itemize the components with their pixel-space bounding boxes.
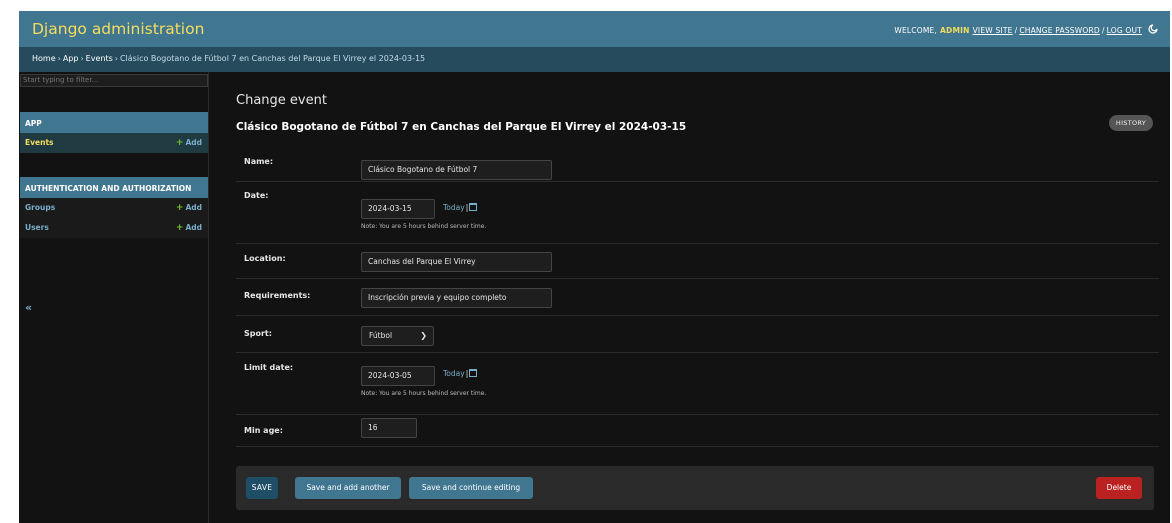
plus-icon: + — [175, 223, 184, 233]
log-out-link[interactable]: LOG OUT — [1107, 26, 1142, 35]
date-label: Date: — [244, 191, 269, 200]
form-row-date: Date: 2024-03-15 Today| Note: You are 5 … — [236, 182, 1159, 244]
history-button[interactable]: HISTORY — [1109, 115, 1153, 131]
min-age-field[interactable]: 16 — [361, 418, 417, 438]
chevron-down-icon: ❯ — [420, 331, 427, 340]
today-link[interactable]: Today — [443, 203, 465, 212]
object-title: Clásico Bogotano de Fútbol 7 en Canchas … — [236, 121, 687, 133]
nav-filter-input[interactable]: Start typing to filter... — [20, 74, 208, 87]
change-password-link[interactable]: CHANGE PASSWORD — [1019, 26, 1100, 35]
name-field[interactable]: Clásico Bogotano de Fútbol 7 — [361, 160, 552, 180]
save-and-continue-button[interactable]: Save and continue editing — [409, 477, 533, 499]
min-age-label: Min age: — [244, 426, 283, 435]
breadcrumb-app[interactable]: App — [63, 54, 79, 63]
breadcrumb-home[interactable]: Home — [32, 54, 56, 63]
limit-date-label: Limit date: — [244, 363, 294, 372]
calendar-icon[interactable] — [469, 203, 478, 211]
sidebar-item-events: Events + Add — [20, 133, 208, 153]
sidebar-toggle-button[interactable]: « — [25, 301, 32, 314]
sidebar-item-groups: Groups + Add — [20, 198, 208, 218]
save-button[interactable]: SAVE — [246, 477, 278, 499]
add-event-link[interactable]: + Add — [176, 138, 202, 148]
breadcrumb-current: Clásico Bogotano de Fútbol 7 en Canchas … — [119, 54, 426, 63]
theme-toggle-icon[interactable] — [1148, 24, 1158, 37]
sport-select[interactable]: Fútbol ❯ — [361, 326, 434, 346]
delete-button[interactable]: Delete — [1096, 477, 1142, 499]
site-brand[interactable]: Django administration — [32, 20, 204, 38]
module-caption-app[interactable]: APP — [20, 112, 208, 133]
calendar-icon[interactable] — [469, 369, 478, 377]
header: Django administration WELCOME, ADMIN VIE… — [19, 11, 1170, 47]
separator: / — [1101, 26, 1105, 35]
date-help-text: Note: You are 5 hours behind server time… — [361, 223, 487, 230]
form-row-limit-date: Limit date: 2024-03-05 Today| Note: You … — [236, 353, 1159, 415]
today-link[interactable]: Today — [443, 369, 465, 378]
plus-icon: + — [175, 203, 184, 213]
form-row-min-age: Min age: 16 — [236, 415, 1159, 447]
form-row-sport: Sport: Fútbol ❯ — [236, 316, 1159, 353]
limit-date-shortcuts: Today| — [443, 369, 478, 378]
username: ADMIN — [940, 26, 970, 35]
requirements-label: Requirements: — [244, 291, 311, 300]
nav-sidebar: Start typing to filter... APP Events + Ad… — [19, 72, 209, 523]
date-shortcuts: Today| — [443, 203, 478, 212]
add-user-link[interactable]: + Add — [176, 223, 202, 233]
add-label: Add — [185, 203, 202, 212]
requirements-field[interactable]: Inscripción previa y equipo completo — [361, 288, 552, 308]
limit-date-field[interactable]: 2024-03-05 — [361, 366, 435, 386]
separator: / — [1014, 26, 1018, 35]
location-field[interactable]: Canchas del Parque El Virrey — [361, 252, 552, 272]
sidebar-item-users: Users + Add — [20, 218, 208, 238]
admin-window: Django administration WELCOME, ADMIN VIE… — [19, 11, 1170, 523]
date-field[interactable]: 2024-03-15 — [361, 199, 435, 219]
limit-date-help-text: Note: You are 5 hours behind server time… — [361, 390, 487, 397]
double-chevron-left-icon: « — [25, 301, 33, 314]
view-site-link[interactable]: VIEW SITE — [973, 26, 1013, 35]
welcome-text: WELCOME, — [894, 26, 938, 35]
form-row-requirements: Requirements: Inscripción previa y equip… — [236, 279, 1159, 316]
add-label: Add — [185, 223, 202, 232]
sidebar-item-users-link[interactable]: Users — [25, 223, 49, 232]
form-row-name: Name: Clásico Bogotano de Fútbol 7 — [236, 147, 1159, 182]
breadcrumb: Home › App › Events › Clásico Bogotano de Fútb… — [19, 47, 1170, 72]
sidebar-item-groups-link[interactable]: Groups — [25, 203, 55, 212]
add-group-link[interactable]: + Add — [176, 203, 202, 213]
sport-label: Sport: — [244, 329, 272, 338]
sidebar-item-events-link[interactable]: Events — [25, 138, 54, 147]
module-caption-auth[interactable]: AUTHENTICATION AND AUTHORIZATION — [20, 177, 208, 198]
form-row-location: Location: Canchas del Parque El Virrey — [236, 244, 1159, 279]
breadcrumb-arrow: › — [80, 54, 84, 63]
page-title: Change event — [236, 93, 327, 108]
breadcrumb-arrow: › — [57, 54, 61, 63]
user-tools: WELCOME, ADMIN VIEW SITE / CHANGE PASSWO… — [894, 24, 1158, 37]
save-and-add-another-button[interactable]: Save and add another — [295, 477, 401, 499]
plus-icon: + — [175, 138, 184, 148]
location-label: Location: — [244, 254, 286, 263]
breadcrumb-arrow: › — [114, 54, 118, 63]
sport-selected-value: Fútbol — [369, 331, 393, 340]
name-label: Name: — [244, 157, 274, 166]
submit-row: SAVE Save and add another Save and conti… — [236, 466, 1154, 510]
add-label: Add — [185, 138, 202, 147]
breadcrumb-events[interactable]: Events — [86, 54, 113, 63]
